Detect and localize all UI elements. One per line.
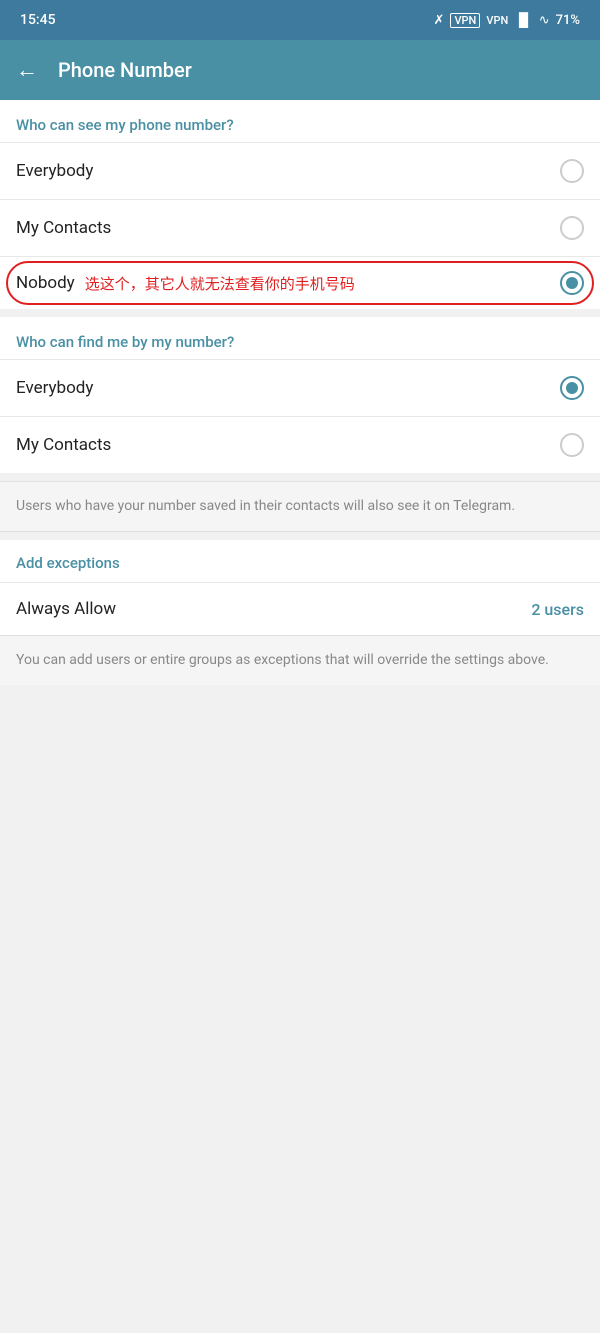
exceptions-section: Add exceptions Always Allow 2 users (0, 540, 600, 635)
option-everybody-find-radio[interactable] (560, 376, 584, 400)
nobody-row-content: Nobody 选这个，其它人就无法查看你的手机号码 (16, 273, 560, 294)
vpn-badge: VPN (450, 13, 480, 28)
option-mycontacts-find[interactable]: My Contacts (0, 416, 600, 473)
exceptions-info-text: You can add users or entire groups as ex… (0, 635, 600, 685)
back-button[interactable]: ← (16, 57, 38, 83)
option-nobody-see[interactable]: Nobody 选这个，其它人就无法查看你的手机号码 (0, 256, 600, 309)
option-mycontacts-find-label: My Contacts (16, 435, 111, 455)
status-bar: 15:45 ✗ VPN VPN ▐▌ ∿ 71% (0, 0, 600, 40)
option-mycontacts-see[interactable]: My Contacts (0, 199, 600, 256)
always-allow-label: Always Allow (16, 599, 116, 619)
bluetooth-icon: ✗ (434, 13, 445, 28)
section-see-phone: Who can see my phone number? Everybody M… (0, 100, 600, 309)
find-info-text: Users who have your number saved in thei… (0, 481, 600, 532)
option-mycontacts-see-label: My Contacts (16, 218, 111, 238)
option-nobody-see-radio[interactable] (560, 271, 584, 295)
section-find-label: Who can find me by my number? (0, 317, 600, 359)
header: ← Phone Number (0, 40, 600, 100)
option-mycontacts-find-radio[interactable] (560, 433, 584, 457)
nobody-chinese-annotation: 选这个，其它人就无法查看你的手机号码 (85, 273, 355, 294)
status-icons: ✗ VPN VPN ▐▌ ∿ 71% (434, 12, 580, 28)
always-allow-row[interactable]: Always Allow 2 users (0, 582, 600, 635)
wifi-icon: ∿ (539, 13, 550, 28)
page-title: Phone Number (58, 58, 192, 82)
page-background (0, 693, 600, 1093)
section-see-phone-label: Who can see my phone number? (0, 100, 600, 142)
hd-badge: VPN (486, 14, 508, 27)
signal-icon: ▐▌ (514, 12, 532, 28)
option-everybody-see[interactable]: Everybody (0, 142, 600, 199)
exceptions-label: Add exceptions (0, 540, 600, 582)
option-mycontacts-see-radio[interactable] (560, 216, 584, 240)
status-time: 15:45 (20, 12, 56, 28)
section-find-by-number: Who can find me by my number? Everybody … (0, 317, 600, 473)
option-everybody-find-label: Everybody (16, 378, 93, 398)
option-everybody-see-radio[interactable] (560, 159, 584, 183)
option-everybody-see-label: Everybody (16, 161, 93, 181)
option-everybody-find[interactable]: Everybody (0, 359, 600, 416)
always-allow-count: 2 users (531, 600, 584, 619)
battery-icon: 71% (556, 13, 580, 28)
option-nobody-see-label: Nobody (16, 273, 75, 293)
